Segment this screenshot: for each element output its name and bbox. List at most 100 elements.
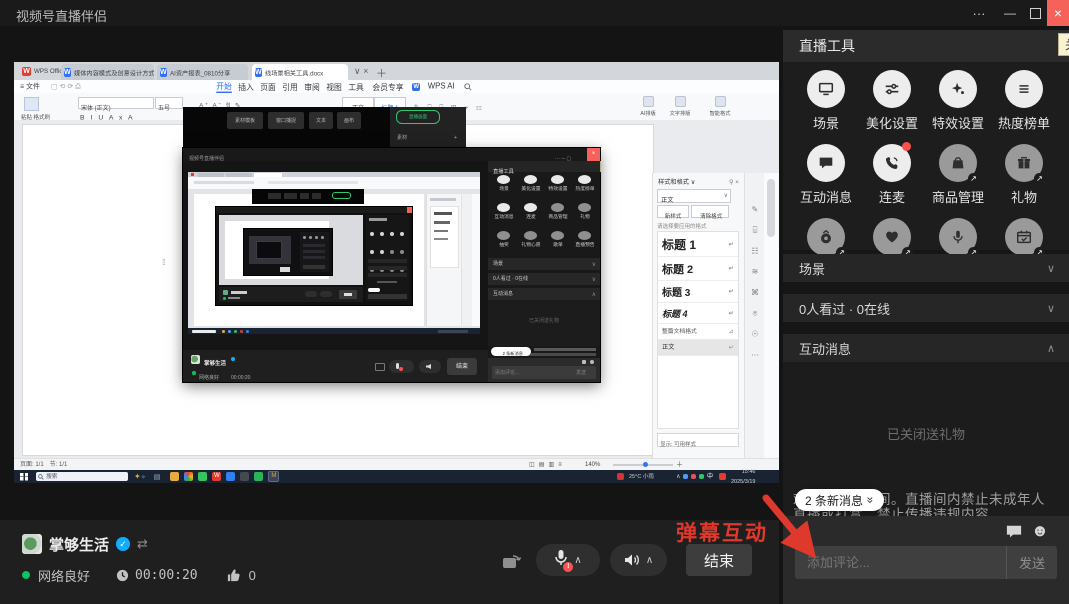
style-item: 标题 1↵	[658, 232, 738, 257]
live-source-button: 直播画面	[396, 110, 440, 124]
inner-tool-cell: 热度榜单	[571, 175, 598, 199]
styles-panel-title: 样式和格式 ∨	[658, 180, 695, 186]
document-scrollbar[interactable]	[764, 173, 779, 458]
material-label: 素材	[397, 136, 407, 141]
source-button: 窗口捕捉	[268, 112, 304, 129]
side-toolbar-icons: ✎⌸☷≋⌘⍟☉⋯	[747, 200, 763, 366]
wps-doc-tab: W媒体内容模式及创意设计方式—1	[61, 64, 154, 80]
mini-bottom3	[219, 287, 363, 302]
wps-file-menu: ≡ 文件	[20, 83, 40, 90]
external-link-icon: ↗	[1034, 173, 1045, 184]
maximize-button[interactable]	[1024, 0, 1046, 26]
close-button[interactable]: ×	[1047, 0, 1069, 26]
tool-co-mic[interactable]: 连麦	[859, 144, 925, 206]
copilot-sparkle-icon: ✦✧	[134, 472, 146, 481]
microphone-icon: !	[554, 549, 568, 571]
mini-sidebar3	[366, 215, 409, 301]
thumbs-up-icon[interactable]	[226, 568, 241, 582]
minimize-button[interactable]: —	[997, 0, 1023, 26]
camera-flip-icon[interactable]	[501, 552, 523, 572]
style-item-selected: 正文↵	[658, 340, 738, 356]
inner-tools-header: 直播工具	[488, 161, 600, 172]
inner-window-title: 视频号直播伴侣	[189, 157, 224, 162]
inner-tool-cell: 场景	[490, 175, 517, 199]
tool-gift[interactable]: ↗ 礼物	[991, 144, 1057, 206]
comment-bubble-icon[interactable]	[1005, 524, 1023, 540]
page-info: 页面: 1/1 节: 1/1	[20, 462, 67, 468]
streamer-row: 掌够生活 ✓ ⇄	[22, 533, 148, 555]
lottery-icon: ↗	[807, 218, 845, 256]
tool-products[interactable]: ↗ 商品管理	[925, 144, 991, 206]
switch-account-icon[interactable]: ⇄	[137, 536, 148, 552]
stream-duration: 00:00:20	[135, 568, 198, 583]
streamer-name: 掌够生活	[49, 534, 109, 555]
inner-bottom-bar: 掌够生活 网络良好 00:00:20 结束	[183, 350, 488, 382]
taskbar-app-icons: W M	[170, 471, 284, 482]
styles-panel: 样式和格式 ∨ ⚲ × 正文 ∨ 新样式 清除格式 请选择要应用的格式 标题 1…	[652, 173, 745, 458]
send-button[interactable]: 发送	[1007, 553, 1057, 572]
clock-icon	[116, 569, 129, 582]
source-button: 画布	[337, 112, 361, 129]
taskbar-search: 搜索	[36, 472, 128, 481]
mini-styles-panel	[426, 194, 461, 326]
mini-scrollbar	[472, 194, 480, 326]
window-title: 视频号直播伴侣	[16, 6, 107, 25]
verified-badge-icon: ✓	[116, 537, 130, 551]
scrollbar-thumb[interactable]	[767, 179, 775, 237]
schedule-icon: ↗	[1005, 218, 1043, 256]
live-assistant-window: 视频号直播伴侣 ··· — × 关闭 W WPS Office W媒体内容模式及…	[0, 0, 1069, 604]
search-icon	[464, 83, 472, 91]
section-viewers[interactable]: 0人看过 · 0在线 ∨	[783, 294, 1069, 322]
effects-icon	[939, 70, 977, 108]
inner-preview	[188, 172, 480, 334]
bottom-status-bar: 掌够生活 ✓ ⇄ 网络良好 00:00:20 0 ! ∧ ∧ 结束	[0, 520, 779, 604]
chevron-down-icon: ∨	[1047, 302, 1055, 315]
fourth-level-window	[243, 228, 333, 276]
styles-hint: 请选择要应用的格式	[657, 224, 707, 230]
inner-tool-cell: 直播预告	[571, 231, 598, 255]
live-tools-header: 直播工具	[783, 30, 1069, 62]
mini-source-toolbar	[252, 189, 364, 204]
tool-effects[interactable]: 特效设置	[925, 70, 991, 132]
speaker-button[interactable]: ∧	[610, 544, 667, 576]
tool-beauty-settings[interactable]: 美化设置	[859, 70, 925, 132]
mini-preview3	[219, 215, 363, 285]
title-bar: 视频号直播伴侣 ··· — ×	[0, 0, 1069, 26]
captured-source-toolbar: 素材模板 窗口捕捉 文本 画布 直播画面 素材 +	[183, 107, 466, 148]
inner-mic-pill	[389, 360, 414, 373]
avatar	[22, 534, 42, 554]
gift-icon: ↗	[1005, 144, 1043, 182]
beauty-settings-icon	[873, 70, 911, 108]
section-messages[interactable]: 互动消息 ∧	[783, 334, 1069, 362]
more-menu-button[interactable]: ···	[963, 0, 995, 26]
ribbon-group: 智能格式	[706, 96, 734, 119]
inner-messages-body: 已关闭送礼物	[488, 300, 600, 346]
chevron-down-icon: ∨	[1047, 262, 1055, 275]
start-button-icon	[20, 473, 28, 481]
microphone-button[interactable]: ! ∧	[536, 544, 600, 576]
tool-scene[interactable]: 场景	[793, 70, 859, 132]
chevron-up-icon: ∧	[574, 555, 581, 566]
style-item: 标题 4↵	[658, 303, 738, 324]
inner-tool-cell: 礼物心愿	[517, 231, 544, 255]
tool-ranking[interactable]: 热度榜单	[991, 70, 1057, 132]
source-button: 文本	[309, 112, 333, 129]
quick-access-icons: ▢ ⟲ ⟳ ⎙	[51, 83, 81, 90]
new-style-button: 新样式	[657, 205, 689, 218]
emoji-icon[interactable]: ☻	[1031, 521, 1049, 541]
gift-wish-icon: ↗	[873, 218, 911, 256]
speaker-icon	[624, 553, 640, 567]
inner-title-bar: 视频号直播伴侣 ··· ─ ▢ ×	[183, 148, 600, 161]
clock-date: 15:46 2025/3/19	[731, 467, 776, 484]
maximize-icon	[1030, 8, 1041, 19]
section-scene[interactable]: 场景 ∨	[783, 254, 1069, 282]
inner-duration: 00:00:20	[231, 375, 250, 380]
ribbon-group: 文字排版	[666, 96, 694, 119]
stream-preview-canvas[interactable]: W WPS Office W媒体内容模式及创意设计方式—1 WAI资产报表_08…	[14, 62, 779, 483]
tool-messages[interactable]: 互动消息	[793, 144, 859, 206]
wps-ai-logo: W	[412, 83, 420, 91]
source-button: 素材模板	[227, 112, 263, 129]
inner-messages-bar: 互动消息∧	[488, 288, 600, 300]
windows-taskbar: 搜索 ✦✧ ▤ W M 25°C 小雨 ∧ 中	[14, 470, 779, 483]
tab-overflow-icon: ∨ ×	[354, 66, 368, 77]
